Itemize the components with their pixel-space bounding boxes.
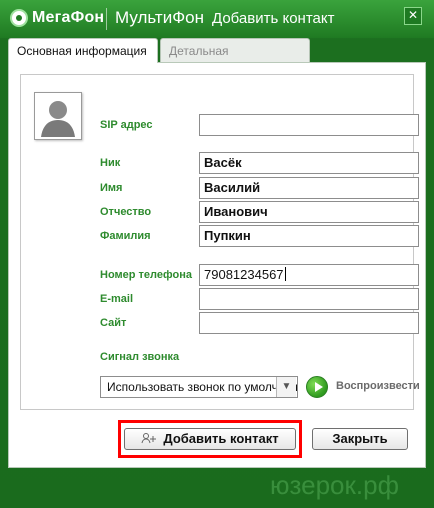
product-name: МультиФон — [115, 8, 204, 27]
site-field[interactable] — [199, 312, 419, 334]
window-title: Добавить контакт — [212, 10, 335, 27]
email-label: E-mail — [100, 293, 134, 305]
close-window-button[interactable]: ✕ — [404, 7, 422, 25]
add-contact-label: Добавить контакт — [163, 431, 279, 446]
patronymic-label: Отчество — [100, 206, 152, 218]
first-name-label: Имя — [100, 182, 123, 194]
nick-label: Ник — [100, 157, 121, 169]
title-bar[interactable]: МегаФон МультиФон Добавить контакт ✕ — [0, 0, 434, 38]
text-cursor — [284, 267, 286, 281]
nick-field[interactable]: Васёк — [199, 152, 419, 174]
user-silhouette-icon — [35, 93, 81, 139]
email-field[interactable] — [199, 288, 419, 310]
add-contact-icon — [141, 433, 157, 444]
site-label: Сайт — [100, 317, 127, 329]
last-name-label: Фамилия — [100, 230, 151, 242]
play-icon[interactable] — [306, 376, 328, 398]
contact-avatar[interactable] — [34, 92, 82, 140]
close-button[interactable]: Закрыть — [312, 428, 408, 450]
tab-detailed-info[interactable]: Детальная информация — [160, 38, 310, 82]
brand-name: МегаФон — [32, 9, 105, 26]
watermark: юзерок.рф — [270, 470, 399, 500]
ringtone-label: Сигнал звонка — [100, 351, 180, 363]
patronymic-field[interactable]: Иванович — [199, 201, 419, 223]
phone-field[interactable]: 79081234567 — [199, 264, 419, 286]
ringtone-select[interactable]: Использовать звонок по умолчанию — [100, 376, 298, 398]
sip-field[interactable] — [199, 114, 419, 136]
title-separator — [106, 8, 107, 30]
add-contact-window: МегаФон МультиФон Добавить контакт ✕ Осн… — [0, 0, 434, 508]
add-contact-button[interactable]: Добавить контакт — [124, 428, 296, 450]
sip-label: SIP адрес — [100, 119, 153, 131]
phone-value: 79081234567 — [204, 267, 284, 282]
tab-basic-info[interactable]: Основная информация — [8, 38, 158, 63]
megafon-logo-icon — [10, 9, 28, 27]
play-label[interactable]: Воспроизвести — [336, 380, 420, 392]
phone-label: Номер телефона — [100, 269, 192, 281]
last-name-field[interactable]: Пупкин — [199, 225, 419, 247]
first-name-field[interactable]: Василий — [199, 177, 419, 199]
chevron-down-icon[interactable]: ▼ — [276, 377, 296, 397]
